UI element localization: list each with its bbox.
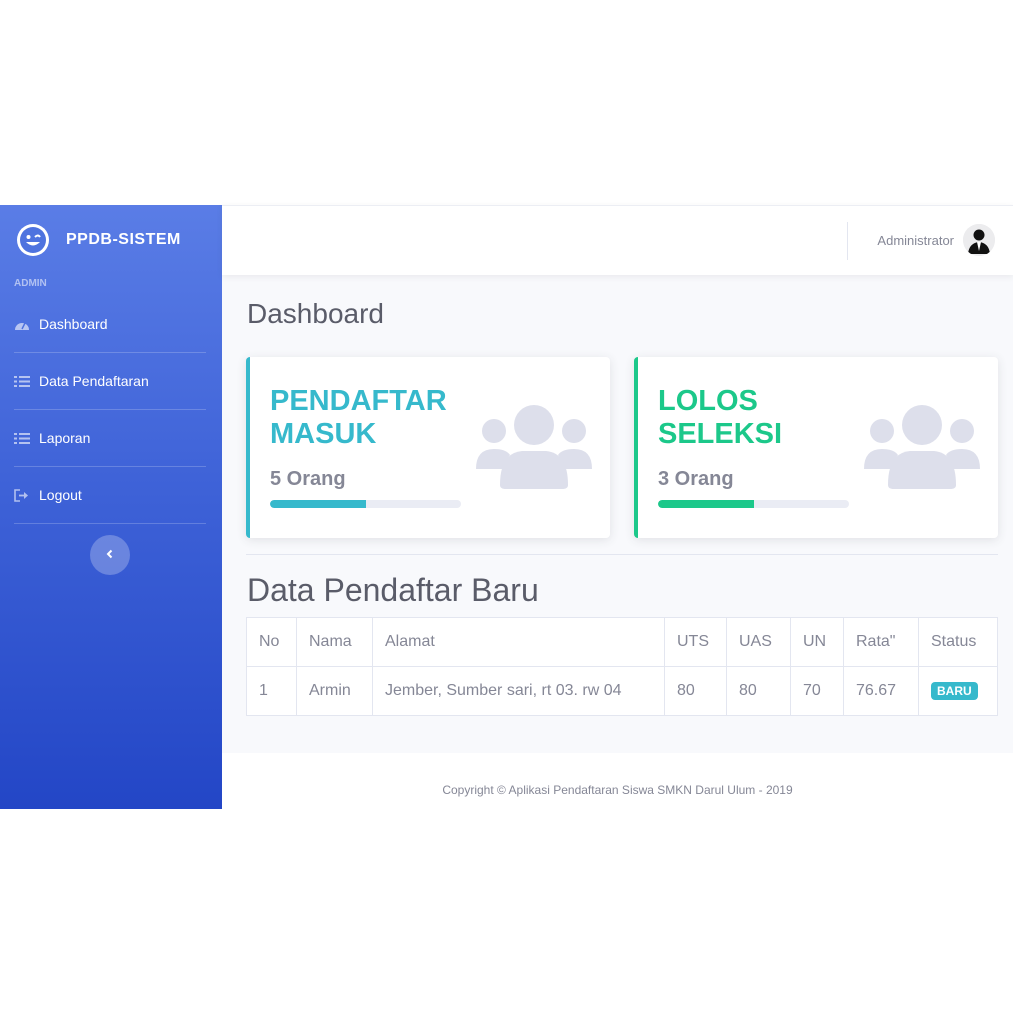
card-count: 3 Orang bbox=[658, 468, 734, 490]
sidebar: PPDB-SISTEM ADMIN Dashboard Data Pendaft… bbox=[0, 205, 222, 809]
app-window: PPDB-SISTEM ADMIN Dashboard Data Pendaft… bbox=[0, 205, 1013, 809]
registrants-table: No Nama Alamat UTS UAS UN Rata" Status 1… bbox=[246, 617, 998, 716]
sidebar-nav: Dashboard Data Pendaftaran Laporan Logou… bbox=[0, 296, 222, 524]
sidebar-item-logout[interactable]: Logout bbox=[14, 467, 206, 524]
brand-title: PPDB-SISTEM bbox=[66, 231, 181, 248]
sidebar-toggle-button[interactable] bbox=[90, 535, 130, 575]
sidebar-item-data-pendaftaran[interactable]: Data Pendaftaran bbox=[14, 353, 206, 410]
table-cell: 70 bbox=[790, 666, 844, 716]
topbar: Administrator bbox=[222, 205, 1013, 275]
page-title: Dashboard bbox=[247, 298, 384, 329]
user-name: Administrator bbox=[877, 232, 954, 248]
column-header: UN bbox=[790, 617, 844, 667]
laugh-wink-icon bbox=[17, 224, 49, 256]
column-header: Alamat bbox=[372, 617, 665, 667]
sidebar-item-label: Dashboard bbox=[39, 316, 108, 332]
card-pendaftar-masuk: PENDAFTAR MASUK 5 Orang bbox=[246, 357, 610, 538]
users-icon bbox=[864, 405, 980, 489]
card-count: 5 Orang bbox=[270, 468, 346, 490]
progress-bar bbox=[658, 500, 849, 508]
sign-out-icon bbox=[14, 488, 31, 502]
table-row: 1 Armin Jember, Sumber sari, rt 03. rw 0… bbox=[246, 666, 998, 716]
user-menu[interactable]: Administrator bbox=[877, 224, 995, 256]
table-cell: BARU bbox=[918, 666, 998, 716]
card-lolos-seleksi: LOLOS SELEKSI 3 Orang bbox=[634, 357, 998, 538]
column-header: No bbox=[246, 617, 297, 667]
column-header: Rata" bbox=[843, 617, 919, 667]
table-cell: 80 bbox=[664, 666, 727, 716]
column-header: Nama bbox=[296, 617, 373, 667]
card-title: LOLOS SELEKSI bbox=[658, 385, 783, 450]
table-cell: Armin bbox=[296, 666, 373, 716]
progress-bar bbox=[270, 500, 461, 508]
status-badge: BARU bbox=[931, 682, 978, 700]
progress-fill bbox=[270, 500, 366, 508]
progress-fill bbox=[658, 500, 754, 508]
chevron-left-icon bbox=[105, 546, 115, 564]
avatar bbox=[963, 224, 995, 256]
divider bbox=[246, 554, 998, 555]
list-icon bbox=[14, 431, 31, 445]
table-cell: Jember, Sumber sari, rt 03. rw 04 bbox=[372, 666, 665, 716]
users-icon bbox=[476, 405, 592, 489]
column-header: UTS bbox=[664, 617, 727, 667]
table-title: Data Pendaftar Baru bbox=[247, 572, 539, 608]
list-icon bbox=[14, 374, 31, 388]
copyright-text: Copyright © Aplikasi Pendaftaran Siswa S… bbox=[442, 783, 793, 797]
table-cell: 80 bbox=[726, 666, 791, 716]
sidebar-item-dashboard[interactable]: Dashboard bbox=[14, 296, 206, 353]
sidebar-item-label: Laporan bbox=[39, 430, 91, 446]
table-cell: 1 bbox=[246, 666, 297, 716]
tachometer-icon bbox=[14, 317, 31, 331]
sidebar-item-label: Logout bbox=[39, 487, 82, 503]
table-header-row: No Nama Alamat UTS UAS UN Rata" Status bbox=[246, 617, 998, 667]
main-content: Administrator Dashboard PENDAFTAR MASUK … bbox=[222, 205, 1013, 809]
table-cell: 76.67 bbox=[843, 666, 919, 716]
sidebar-brand[interactable]: PPDB-SISTEM bbox=[0, 205, 222, 275]
topbar-divider bbox=[847, 222, 848, 260]
sidebar-item-laporan[interactable]: Laporan bbox=[14, 410, 206, 467]
sidebar-section-label: ADMIN bbox=[14, 278, 47, 289]
column-header: UAS bbox=[726, 617, 791, 667]
card-title: PENDAFTAR MASUK bbox=[270, 385, 447, 450]
column-header: Status bbox=[918, 617, 998, 667]
footer: Copyright © Aplikasi Pendaftaran Siswa S… bbox=[222, 753, 1013, 809]
sidebar-item-label: Data Pendaftaran bbox=[39, 373, 149, 389]
